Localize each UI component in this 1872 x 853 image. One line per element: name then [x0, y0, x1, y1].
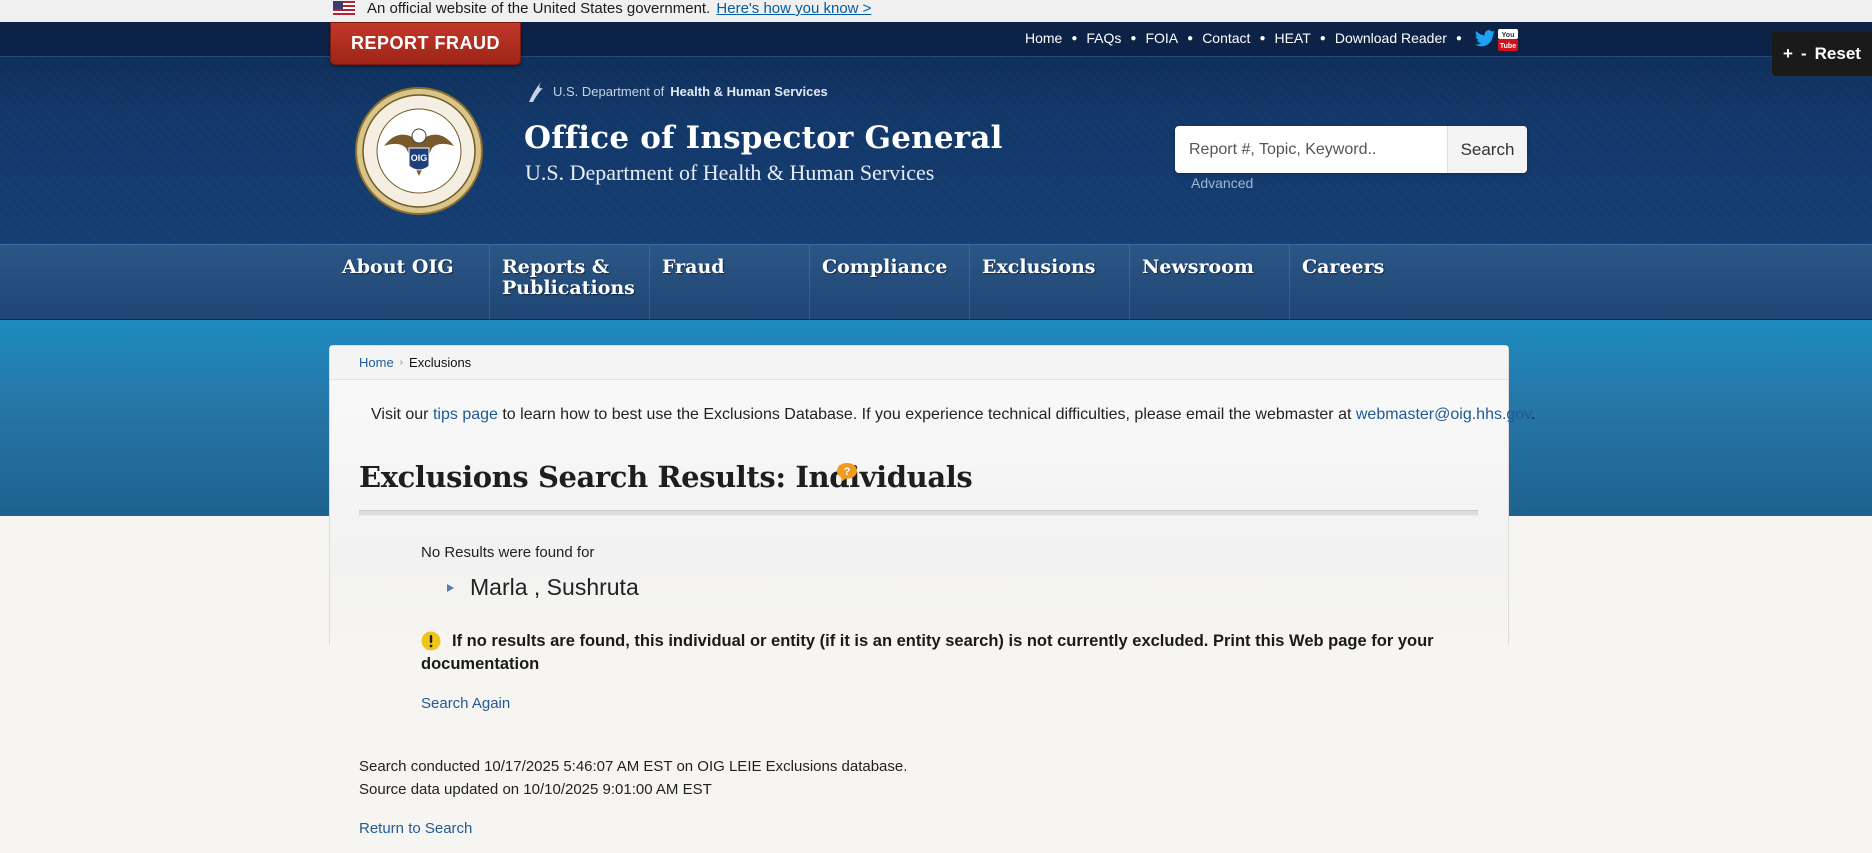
webmaster-email-link[interactable]: webmaster@oig.hhs.gov	[1356, 406, 1531, 423]
return-to-search-link[interactable]: Return to Search	[359, 820, 472, 837]
nav-about-oig[interactable]: About OIG	[330, 245, 490, 321]
util-nav-contact[interactable]: Contact	[1202, 30, 1250, 46]
page-title: Exclusions Search Results: Individuals	[359, 460, 973, 494]
search-conducted-text: Search conducted 10/17/2025 5:46:07 AM E…	[359, 758, 908, 775]
util-nav-foia[interactable]: FOIA	[1145, 30, 1178, 46]
search-button[interactable]: Search	[1447, 126, 1527, 173]
searched-name: Marla , Sushruta	[470, 574, 639, 600]
nav-reports-publications[interactable]: Reports & Publications	[490, 245, 650, 321]
reset-button[interactable]: Reset	[1815, 44, 1861, 64]
search-again-link[interactable]: Search Again	[421, 695, 510, 712]
nav-careers[interactable]: Careers	[1290, 245, 1450, 321]
hhs-prefix: U.S. Department of	[553, 83, 665, 99]
nav-exclusions[interactable]: Exclusions	[970, 245, 1130, 321]
main-nav: About OIG Reports & Publications Fraud C…	[0, 244, 1872, 321]
hhs-department-line: U.S. Department of Health & Human Servic…	[525, 78, 828, 104]
seal-text: OIG	[411, 153, 428, 163]
search-form: Search	[1175, 126, 1527, 173]
not-excluded-notice: If no results are found, this individual…	[421, 632, 1434, 673]
tips-page-link[interactable]: tips page	[433, 406, 498, 423]
visit-text-mid: to learn how to best use the Exclusions …	[502, 406, 1352, 423]
gov-banner-text: An official website of the United States…	[367, 0, 871, 18]
how-you-know-link[interactable]: Here's how you know >	[716, 0, 871, 17]
breadcrumb-separator-icon: ›	[399, 357, 404, 368]
util-nav-download-reader[interactable]: Download Reader	[1335, 30, 1447, 46]
separator-dot: ●	[1319, 32, 1326, 44]
svg-text:?: ?	[844, 466, 851, 478]
help-icon[interactable]: ?	[836, 462, 858, 484]
report-fraud-button[interactable]: REPORT FRAUD	[330, 22, 521, 65]
breadcrumb: Home › Exclusions	[330, 346, 1508, 380]
advanced-search-link[interactable]: Advanced	[1191, 175, 1253, 191]
oig-seal-logo[interactable]: OIG	[354, 86, 484, 216]
zoom-in-button[interactable]: +	[1783, 44, 1793, 64]
separator-dot: ●	[1455, 32, 1462, 44]
search-input[interactable]	[1175, 126, 1447, 173]
twitter-icon[interactable]	[1474, 28, 1496, 48]
no-results-text: No Results were found for	[421, 544, 595, 561]
source-updated-text: Source data updated on 10/10/2025 9:01:0…	[359, 781, 712, 798]
nav-fraud[interactable]: Fraud	[650, 245, 810, 321]
visit-text-post: .	[1531, 406, 1536, 423]
zoom-reset-control: + - Reset	[1772, 32, 1872, 76]
gov-banner-label: An official website of the United States…	[367, 0, 711, 17]
bullet-arrow-icon	[447, 584, 454, 592]
nav-compliance[interactable]: Compliance	[810, 245, 970, 321]
gov-banner: An official website of the United States…	[0, 0, 1872, 22]
hhs-eagle-icon	[529, 82, 543, 102]
util-nav-heat[interactable]: HEAT	[1274, 30, 1310, 46]
visit-tips-message: Visit our tips page to learn how to best…	[371, 406, 1535, 424]
util-nav-faqs[interactable]: FAQs	[1086, 30, 1121, 46]
breadcrumb-home[interactable]: Home	[359, 355, 394, 370]
zoom-out-button[interactable]: -	[1801, 44, 1807, 64]
us-flag-icon	[333, 1, 355, 15]
utility-nav: Home ● FAQs ● FOIA ● Contact ● HEAT ● Do…	[1025, 28, 1518, 51]
breadcrumb-current: Exclusions	[409, 355, 472, 370]
separator-dot: ●	[1259, 32, 1266, 44]
svg-text:You: You	[1502, 32, 1515, 39]
site-title[interactable]: Office of Inspector General	[524, 120, 1003, 156]
visit-text-pre: Visit our	[371, 406, 429, 423]
svg-text:Tube: Tube	[1500, 43, 1516, 50]
title-divider	[359, 510, 1478, 516]
nav-newsroom[interactable]: Newsroom	[1130, 245, 1290, 321]
youtube-icon[interactable]: You Tube	[1497, 28, 1518, 51]
hhs-name: Health & Human Services	[670, 83, 828, 99]
site-subtitle: U.S. Department of Health & Human Servic…	[525, 160, 935, 185]
separator-dot: ●	[1071, 32, 1078, 44]
separator-dot: ●	[1187, 32, 1194, 44]
util-nav-home[interactable]: Home	[1025, 30, 1062, 46]
separator-dot: ●	[1130, 32, 1137, 44]
